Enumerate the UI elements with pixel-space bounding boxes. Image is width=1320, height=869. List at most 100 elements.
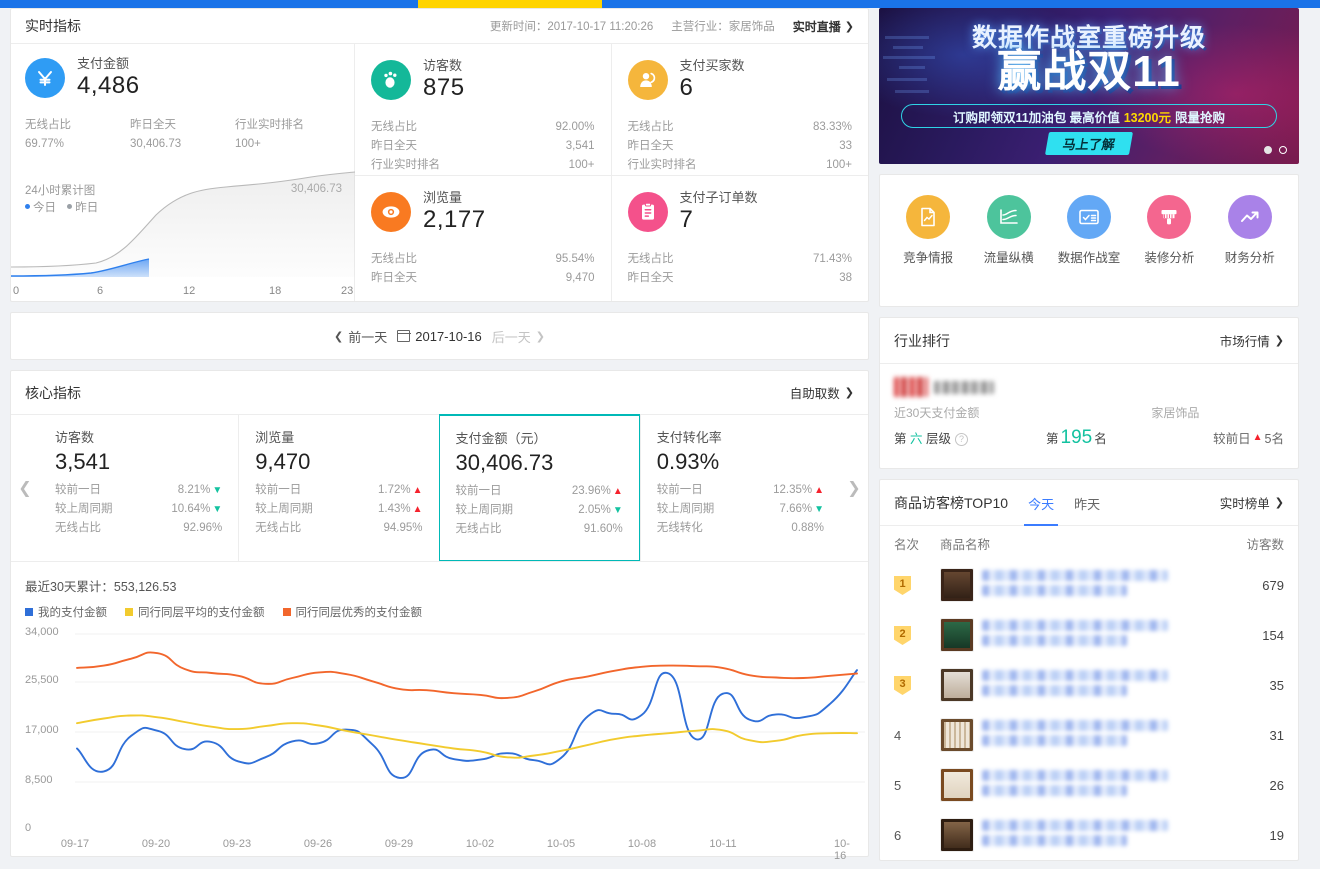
sub-key: 无线占比 [627,253,674,265]
rank-prefix: 第 [1046,432,1059,446]
main-metric-head: 支付金额 4,486 [25,56,340,100]
medal-badge: 3 [894,676,911,695]
sub-row: 无线占比 95.54% [371,250,595,269]
mini-x-tick: 6 [97,285,104,297]
quick-link-data-warroom[interactable]: 数据作战室 [1053,195,1125,266]
legend-item-peer-top[interactable]: 同行同层优秀的支付金额 [282,604,422,620]
quick-link-traffic[interactable]: 流量纵横 [973,195,1045,266]
product-thumbnail [940,768,974,802]
column-header-visitors: 访客数 [1246,537,1284,552]
sub-value: 33 [839,140,852,152]
promo-banner[interactable]: 数据作战室重磅升级 赢战双11 订购即领双11加油包 最高价值 13200元 限… [879,8,1299,164]
selected-date: 2017-10-16 [415,328,482,344]
top10-products-panel: 商品访客榜TOP10 今天 昨天 实时榜单 ❯ 名次 商品名称 访客数 1 67… [879,479,1299,861]
quick-link-competitive-intel[interactable]: 竞争情报 [892,195,964,266]
medal-badge: 1 [894,576,911,595]
row-value: 91.60% [583,523,623,535]
legend-swatch [25,608,33,616]
core-card-payment-amount[interactable]: 支付金额（元） 30,406.73 较前一日 23.96% ▲ 较上周同期 2.05%… [438,414,640,561]
metric-head: 访客数 875 [371,58,595,102]
sub-value: 100+ [826,159,852,171]
sub-key: 无线占比 [627,121,674,133]
table-row[interactable]: 2 154 [880,610,1298,660]
browser-tab-strip [0,0,1320,8]
rank-compare: 较前日 ▲ 5名 [1213,428,1284,447]
chevron-right-icon: ❯ [844,20,854,33]
metric-label: 支付买家数 [679,58,745,73]
date-picker[interactable]: 2017-10-16 [396,328,482,344]
quick-link-finance-analysis[interactable]: 财务分析 [1214,195,1286,266]
trend-line-同行同层优秀的支付金额 [76,651,858,700]
table-row[interactable]: 6 19 [880,810,1298,860]
x-tick-label: 10-08 [627,838,657,850]
y-tick-label: 25,500 [25,674,59,686]
mini-chart-svg [11,171,355,277]
sub-value: 38 [839,272,852,284]
sub-row: 昨日全天 9,470 [371,269,595,288]
metric-head: 支付子订单数 7 [627,190,853,234]
next-day-label: 后一天 [491,329,531,345]
dashboard-card-icon [1066,195,1111,239]
quick-link-decoration-analysis[interactable]: 装修分析 [1133,195,1205,266]
mini-x-tick: 12 [183,285,196,297]
market-trends-link[interactable]: 市场行情 ❯ [1220,331,1284,350]
carousel-dot-1[interactable] [1264,146,1272,154]
core-card-label: 支付金额（元） [455,431,547,446]
shop-name-redacted [934,380,994,394]
row-value: 92.96% [183,522,223,534]
table-row[interactable]: 3 35 [880,660,1298,710]
table-row[interactable]: 5 26 [880,760,1298,810]
row-key: 较上周同期 [656,503,715,515]
core-metrics-cards: 访客数 3,541 较前一日 8.21% ▼ 较上周同期 10.64% ▼ 无线占比 92… [39,414,840,561]
carousel-prev-button[interactable]: ❮ [11,415,39,561]
core-card-conversion-rate[interactable]: 支付转化率 0.93% 较前一日 12.35% ▲ 较上周同期 7.66% ▼ 无线转化… [639,415,840,561]
mini-x-tick: 23 [341,285,354,297]
trend-x-axis: 09-17 09-20 09-23 09-26 09-29 10-02 10-0… [53,838,854,862]
core-card-value: 3,541 [55,449,111,474]
x-tick-label: 09-23 [222,838,252,850]
carousel-dot-2[interactable] [1279,146,1287,154]
realtime-ranking-link[interactable]: 实时榜单 ❯ [1220,493,1284,512]
table-row[interactable]: 1 679 [880,560,1298,610]
legend-item-peer-avg[interactable]: 同行同层平均的支付金额 [125,604,265,620]
column-header-rank: 名次 [894,537,920,552]
sub-key: 无线占比 [371,121,417,133]
row-rank: 1 [894,575,940,595]
metric-value: 2,177 [423,206,486,233]
paintbrush-icon [1147,195,1192,239]
main-industry-label: 主营行业：家居饰品 [671,21,775,33]
ranking-category-label: 家居饰品 [1151,406,1200,420]
live-link[interactable]: 实时直播 ❯ [793,18,854,35]
core-card-visitors[interactable]: 访客数 3,541 较前一日 8.21% ▼ 较上周同期 10.64% ▼ 无线占比 92… [39,415,238,561]
metric-subs: 无线占比 92.00% 昨日全天 3,541 行业实时排名 100+ [371,118,595,175]
sub-key: 行业实时排名 [235,119,304,131]
self-service-data-link[interactable]: 自助取数 ❯ [790,383,854,402]
sub-value: 3,541 [565,140,595,152]
row-value: 2.05% [578,504,611,516]
quick-links-panel: 竞争情报 流量纵横 数据作战室 装修分析 财务分析 [879,174,1299,307]
help-icon[interactable]: ? [955,433,969,446]
legend-item-mine[interactable]: 我的支付金额 [25,604,107,620]
banner-subtitle-highlight: 13200元 [1123,110,1171,125]
table-row[interactable]: 4 31 [880,710,1298,760]
top10-column-headers: 名次 商品名称 访客数 [880,526,1298,560]
x-tick-label: 10-02 [465,838,495,850]
core-card-row: 较前一日 1.72% ▲ [255,481,422,500]
carousel-next-button[interactable]: ❯ [840,415,868,561]
y-tick-label: 17,000 [25,724,59,736]
next-day-button[interactable]: 后一天 ❯ [492,327,545,346]
realtime-main-metric: 支付金额 4,486 无线占比 69.77% 昨日全天 30,406.73 行业… [11,44,355,301]
core-card-pageviews[interactable]: 浏览量 9,470 较前一日 1.72% ▲ 较上周同期 1.43% ▲ 无线占比 94.… [238,415,438,561]
prev-day-label: 前一天 [348,329,388,345]
y-tick-label: 8,500 [25,774,53,786]
chevron-right-icon: ❯ [1274,497,1284,509]
chevron-right-icon: ❯ [535,330,545,343]
chevron-right-icon: ❯ [844,387,854,399]
arrow-down-icon: ▼ [212,504,223,515]
sub-row: 行业实时排名 100+ [371,156,595,175]
tab-today[interactable]: 今天 [1024,480,1059,526]
row-product [940,668,1232,702]
tab-yesterday[interactable]: 昨天 [1074,480,1100,526]
banner-cta-button[interactable]: 马上了解 [1044,132,1134,155]
prev-day-button[interactable]: ❮ 前一天 [334,327,387,346]
